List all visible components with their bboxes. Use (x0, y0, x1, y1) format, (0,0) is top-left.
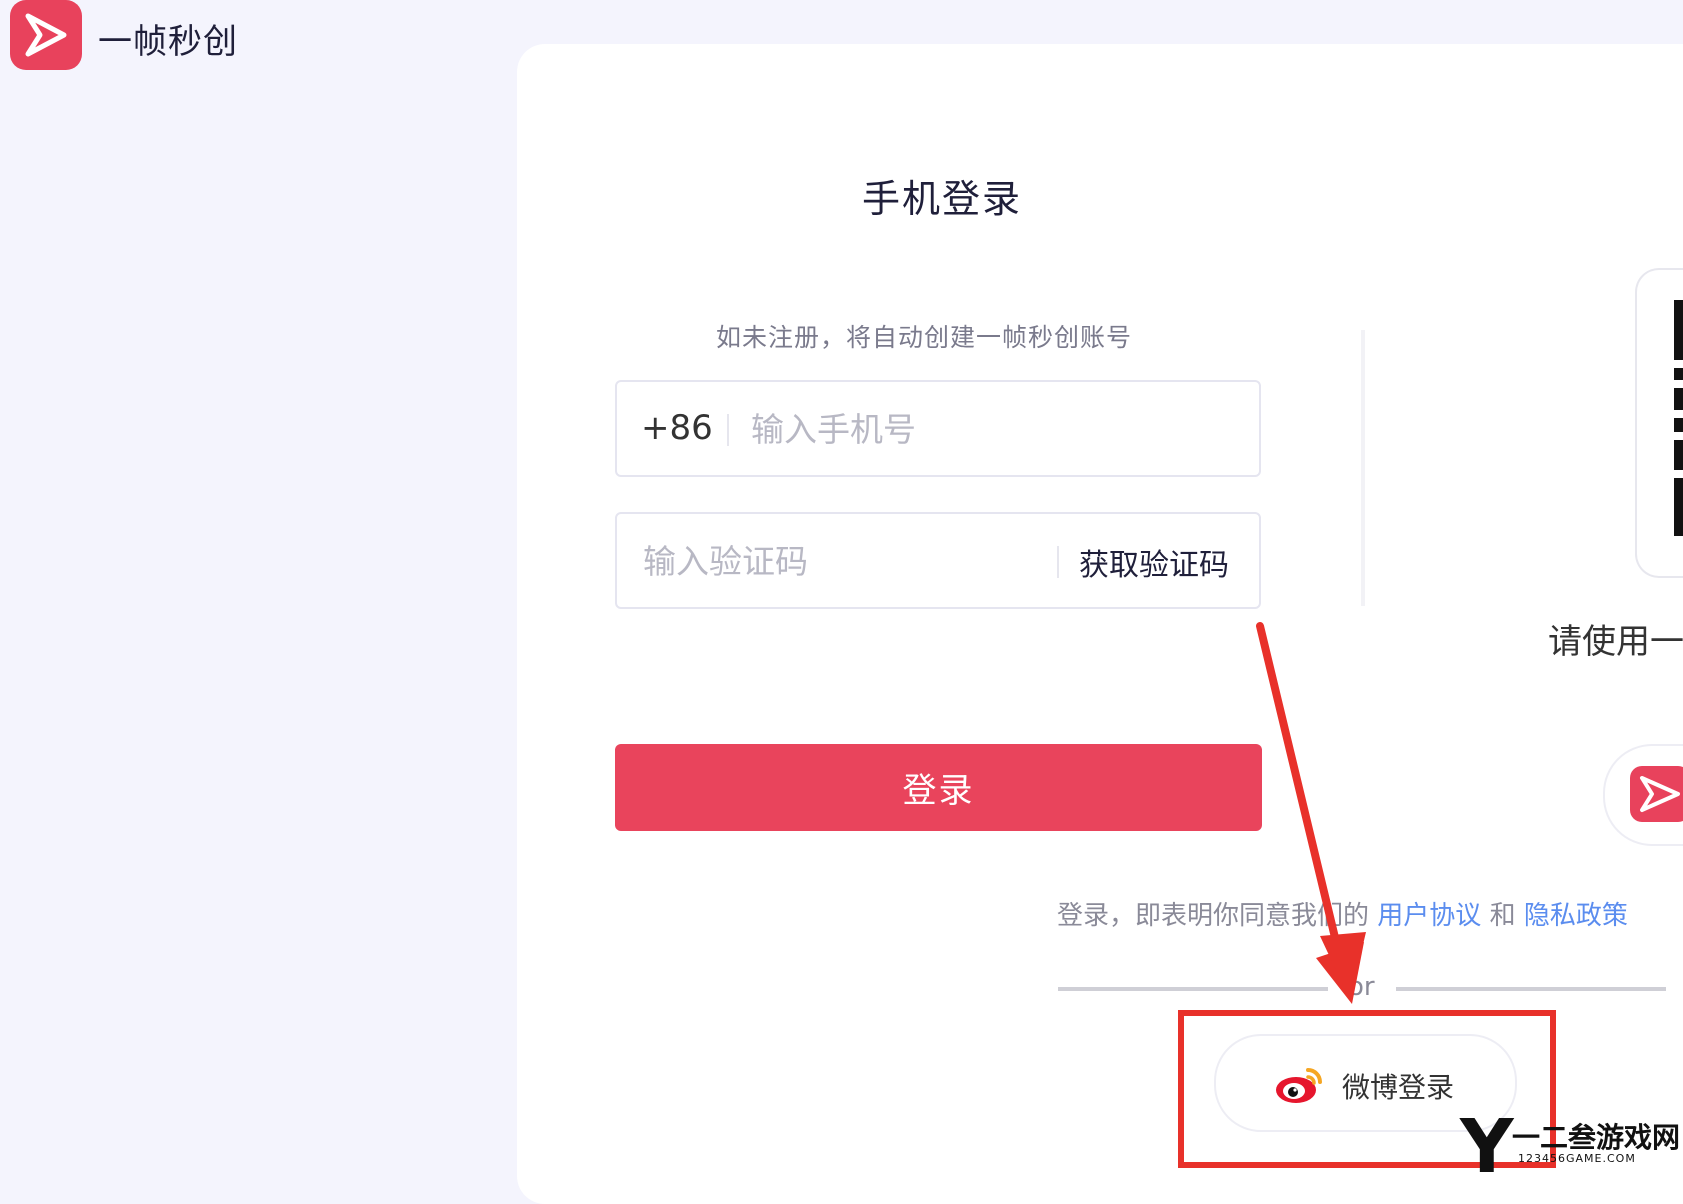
watermark-name: 一二叁游戏网 (1512, 1121, 1681, 1154)
paper-plane-icon (1640, 776, 1680, 812)
qr-instruction: 请使用一 (1548, 622, 1683, 662)
annotation-arrow (1256, 622, 1366, 1004)
watermark-letter: Y (1460, 1104, 1514, 1190)
site-watermark: Y 一二叁游戏网 123456GAME.COM (1460, 1104, 1683, 1190)
app-icon (1630, 766, 1683, 822)
qr-code (1674, 300, 1683, 536)
watermark-url: 123456GAME.COM (1518, 1152, 1636, 1165)
